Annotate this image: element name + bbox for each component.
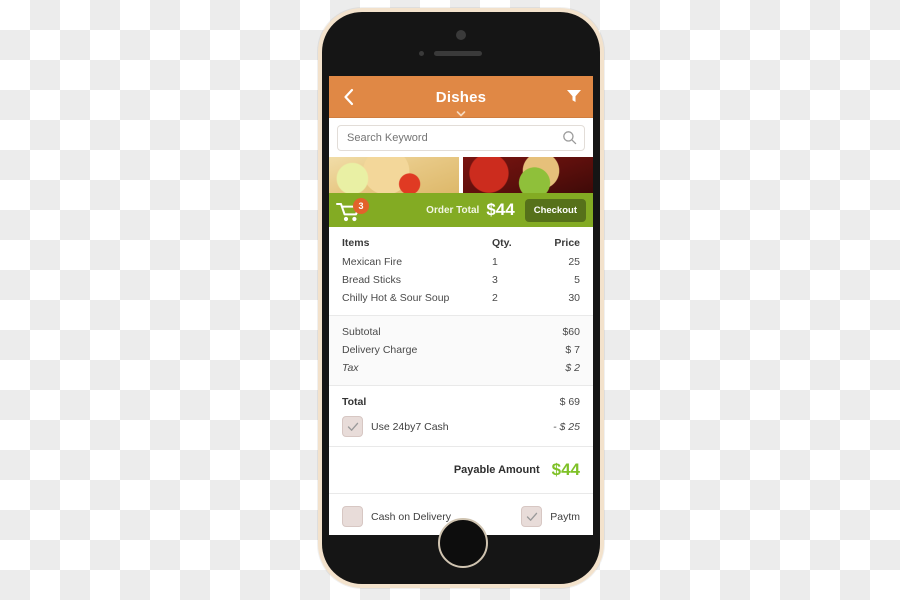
paytm-checkbox[interactable] <box>521 506 543 527</box>
order-summary-bar: 3 Order Total $44 Checkout <box>329 193 593 227</box>
column-header-items: Items <box>342 237 370 249</box>
payment-method-cod[interactable]: Cash on Delivery <box>342 506 451 527</box>
charge-row: Subtotal $60 <box>342 324 580 340</box>
bar-checkout-button[interactable]: Checkout <box>524 198 586 222</box>
chevron-down-icon[interactable] <box>456 106 466 117</box>
charge-value: $ 7 <box>565 344 580 356</box>
earpiece-speaker-icon <box>434 51 482 56</box>
dish-photo-wrap[interactable] <box>329 157 459 193</box>
charges-section: Subtotal $60 Delivery Charge $ 7 Tax $ 2 <box>329 316 593 386</box>
item-name: Bread Sticks <box>342 274 401 286</box>
items-section: Items Qty. Price Mexican Fire 1 25 Bread… <box>329 227 593 316</box>
search-icon[interactable] <box>562 130 577 145</box>
paytm-label: Paytm <box>550 510 580 523</box>
phone-body: Dishes Search Keyword 3 Order Total $44 … <box>322 12 600 584</box>
search-bar <box>329 118 593 157</box>
funnel-filter-icon[interactable] <box>565 87 583 105</box>
dish-gallery <box>329 157 593 193</box>
table-row: Mexican Fire 1 25 <box>342 254 580 270</box>
total-label: Total <box>342 396 367 408</box>
cod-label: Cash on Delivery <box>371 510 451 523</box>
cash-option-row: Use 24by7 Cash - $ 25 <box>342 416 580 437</box>
payable-label: Payable Amount <box>453 464 540 476</box>
total-section: Total $ 69 Use 24by7 Cash - $ 25 <box>329 386 593 447</box>
total-row: Total $ 69 <box>342 394 580 410</box>
screenshot-stage: Dishes Search Keyword 3 Order Total $44 … <box>0 0 900 600</box>
cod-checkbox[interactable] <box>342 506 363 527</box>
app-header: Dishes <box>329 76 593 118</box>
dish-photo-burger[interactable] <box>463 157 593 193</box>
item-qty: 2 <box>492 292 498 304</box>
front-camera-icon <box>456 30 466 40</box>
use-cash-label: Use 24by7 Cash <box>371 420 449 433</box>
items-header-row: Items Qty. Price <box>342 235 580 251</box>
search-box[interactable] <box>337 125 585 151</box>
column-header-qty: Qty. <box>492 237 512 249</box>
use-cash-checkbox[interactable] <box>342 416 363 437</box>
proximity-sensor-icon <box>419 51 424 56</box>
use-cash-value: - $ 25 <box>553 420 580 433</box>
payable-value: $44 <box>551 460 580 479</box>
item-qty: 3 <box>492 274 498 286</box>
page-title: Dishes <box>435 88 487 106</box>
item-name: Mexican Fire <box>342 256 403 268</box>
column-header-price: Price <box>554 237 580 249</box>
search-input[interactable] <box>338 126 584 150</box>
phone-device: Dishes Search Keyword 3 Order Total $44 … <box>318 8 604 588</box>
order-total-value: $44 <box>486 200 515 219</box>
charge-label: Tax <box>342 362 359 374</box>
payment-method-paytm[interactable]: Paytm <box>521 506 580 527</box>
charge-label: Subtotal <box>342 326 381 338</box>
cart-count-badge: 3 <box>353 198 369 214</box>
cart-badge-group[interactable]: 3 <box>336 198 370 222</box>
table-row: Bread Sticks 3 5 <box>342 272 580 288</box>
charge-label: Delivery Charge <box>342 344 418 356</box>
charge-value: $ 2 <box>565 362 580 374</box>
item-price: 25 <box>568 256 580 268</box>
item-qty: 1 <box>492 256 498 268</box>
charge-row: Tax $ 2 <box>342 360 580 376</box>
order-total-label: Order Total <box>426 204 480 216</box>
total-value: $ 69 <box>559 396 580 408</box>
phone-screen: Dishes Search Keyword 3 Order Total $44 … <box>329 76 593 535</box>
payable-section: Payable Amount $44 <box>329 447 593 494</box>
charge-row: Delivery Charge $ 7 <box>342 342 580 358</box>
item-price: 30 <box>568 292 580 304</box>
charge-value: $60 <box>562 326 580 338</box>
home-button[interactable] <box>438 518 488 568</box>
item-name: Chilly Hot & Sour Soup <box>342 292 450 304</box>
item-price: 5 <box>574 274 580 286</box>
chevron-left-icon[interactable] <box>339 86 359 108</box>
receipt-panel: Items Qty. Price Mexican Fire 1 25 Bread… <box>329 227 593 535</box>
table-row: Chilly Hot & Sour Soup 2 30 <box>342 290 580 306</box>
